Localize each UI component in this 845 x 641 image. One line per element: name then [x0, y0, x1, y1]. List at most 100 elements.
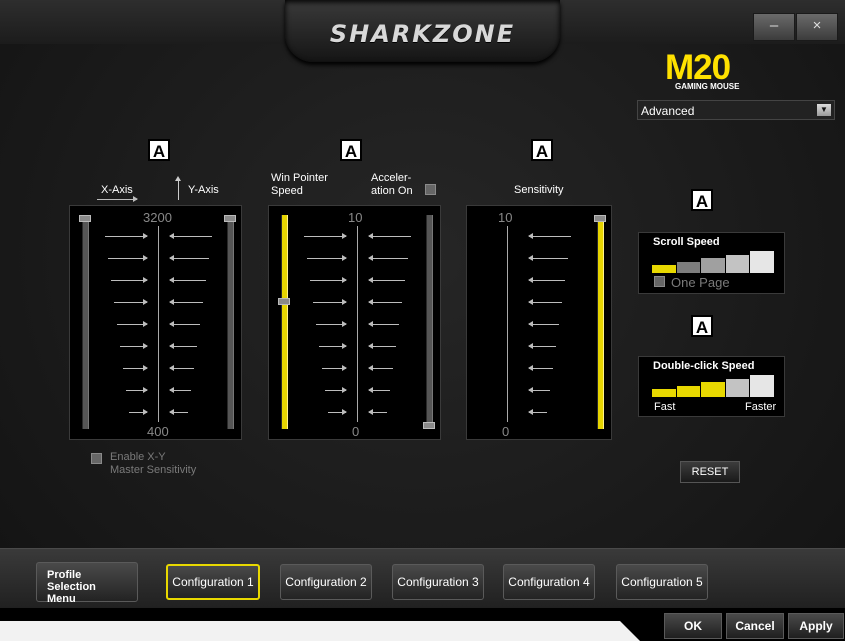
pointer-max-label: 10: [348, 210, 363, 225]
scale-arrow-left-icon: [528, 233, 571, 239]
minimize-button[interactable]: –: [753, 13, 795, 41]
reset-button[interactable]: RESET: [680, 461, 740, 483]
pointer-min-label: 0: [352, 424, 360, 439]
acceleration-slider-thumb[interactable]: [423, 422, 435, 429]
dclick-level-segment[interactable]: [652, 389, 677, 397]
model-name: M20: [665, 48, 731, 87]
y-axis-slider-track[interactable]: [227, 215, 234, 429]
double-click-faster-label: Faster: [745, 401, 777, 413]
scale-arrow-left-icon: [528, 299, 562, 305]
x-axis-slider-thumb[interactable]: [79, 215, 91, 222]
scale-arrow-right-icon: [105, 233, 148, 239]
sensitivity-slider-thumb[interactable]: [594, 215, 606, 222]
one-page-label: One Page: [671, 275, 730, 290]
scroll-speed-meter[interactable]: [652, 251, 775, 273]
configuration-4-button[interactable]: Configuration 4: [503, 564, 595, 600]
scale-arrow-right-icon: [325, 387, 347, 393]
win-pointer-panel: 10 0: [268, 205, 441, 440]
scale-arrow-left-icon: [368, 387, 390, 393]
acceleration-slider-track[interactable]: [426, 215, 433, 429]
double-click-speed-meter[interactable]: [652, 375, 775, 397]
y-axis-arrow-icon: [178, 178, 179, 200]
x-axis-slider-track[interactable]: [82, 215, 89, 429]
dclick-level-segment[interactable]: [676, 385, 702, 397]
badge-a: A: [531, 139, 553, 161]
win-pointer-speed-label-line2: Speed: [271, 185, 303, 197]
double-click-speed-label: Double-click Speed: [653, 360, 755, 372]
scale-arrow-right-icon: [313, 299, 347, 305]
scroll-level-segment[interactable]: [701, 258, 726, 273]
sensitivity-min-label: 0: [502, 424, 510, 439]
dclick-level-segment[interactable]: [701, 382, 726, 397]
configuration-1-button[interactable]: Configuration 1: [166, 564, 260, 600]
scale-arrow-left-icon: [169, 409, 188, 415]
configuration-5-button[interactable]: Configuration 5: [616, 564, 708, 600]
scroll-speed-box: Scroll Speed One Page: [638, 232, 785, 294]
scale-arrow-right-icon: [304, 233, 347, 239]
ok-button[interactable]: OK: [664, 613, 722, 639]
scroll-level-segment[interactable]: [676, 261, 702, 273]
enable-xy-master-checkbox[interactable]: [91, 453, 102, 464]
scale-arrow-left-icon: [169, 387, 191, 393]
close-button[interactable]: ×: [796, 13, 838, 41]
scale-arrow-left-icon: [528, 365, 553, 371]
scale-arrow-left-icon: [368, 233, 411, 239]
pointer-speed-slider-track[interactable]: [281, 215, 288, 429]
profile-menu-label-line1: Profile Selection: [47, 569, 96, 593]
one-page-checkbox[interactable]: [654, 276, 665, 287]
model-subtitle: GAMING MOUSE: [675, 82, 740, 91]
configuration-2-button[interactable]: Configuration 2: [280, 564, 372, 600]
configuration-3-button[interactable]: Configuration 3: [392, 564, 484, 600]
apply-button[interactable]: Apply: [788, 613, 844, 639]
scale-arrow-right-icon: [111, 277, 148, 283]
dclick-level-segment[interactable]: [725, 378, 751, 397]
scale-arrow-left-icon: [169, 343, 197, 349]
scale-arrow-right-icon: [328, 409, 347, 415]
badge-a: A: [691, 315, 713, 337]
xy-center-axis: [158, 226, 159, 422]
scroll-speed-label: Scroll Speed: [653, 236, 720, 248]
sensitivity-panel: 10 0: [466, 205, 612, 440]
scale-arrow-right-icon: [126, 387, 148, 393]
sensitivity-slider-track[interactable]: [597, 215, 604, 429]
mode-dropdown-value: Advanced: [641, 104, 695, 118]
scale-arrow-left-icon: [368, 409, 387, 415]
double-click-fast-label: Fast: [654, 401, 676, 413]
sensitivity-label: Sensitivity: [514, 184, 564, 196]
double-click-speed-box: Double-click Speed Fast Faster: [638, 356, 785, 417]
xy-min-label: 400: [147, 424, 169, 439]
scroll-level-segment[interactable]: [750, 251, 775, 273]
scale-arrow-left-icon: [528, 277, 565, 283]
profile-selection-menu-button[interactable]: Profile Selection Menu: [36, 562, 138, 605]
scale-arrow-left-icon: [368, 343, 396, 349]
scale-arrow-left-icon: [528, 343, 556, 349]
scale-arrow-left-icon: [169, 299, 203, 305]
mode-dropdown[interactable]: Advanced ▼: [637, 100, 835, 120]
badge-a: A: [691, 189, 713, 211]
x-axis-arrow-icon: [97, 196, 138, 202]
scale-arrow-left-icon: [169, 233, 212, 239]
y-axis-slider-thumb[interactable]: [224, 215, 236, 222]
y-axis-label: Y-Axis: [188, 184, 219, 196]
dclick-level-segment[interactable]: [750, 375, 775, 397]
scroll-level-segment[interactable]: [725, 254, 751, 273]
scale-arrow-right-icon: [129, 409, 148, 415]
scale-arrow-right-icon: [307, 255, 347, 261]
footer-stripe: [0, 621, 640, 641]
scale-arrow-right-icon: [322, 365, 347, 371]
scale-arrow-right-icon: [108, 255, 148, 261]
scale-arrow-right-icon: [120, 343, 148, 349]
sensitivity-max-label: 10: [498, 210, 513, 225]
xy-max-label: 3200: [143, 210, 172, 225]
chevron-down-icon[interactable]: ▼: [817, 104, 831, 116]
scroll-level-segment[interactable]: [652, 265, 677, 273]
scale-arrow-right-icon: [310, 277, 347, 283]
x-axis-label: X-Axis: [101, 184, 133, 196]
scale-arrow-left-icon: [368, 255, 408, 261]
scale-arrow-left-icon: [368, 299, 402, 305]
scale-arrow-left-icon: [528, 255, 568, 261]
scale-arrow-right-icon: [117, 321, 148, 327]
acceleration-checkbox[interactable]: [425, 184, 436, 195]
cancel-button[interactable]: Cancel: [726, 613, 784, 639]
pointer-speed-slider-thumb[interactable]: [278, 297, 290, 305]
